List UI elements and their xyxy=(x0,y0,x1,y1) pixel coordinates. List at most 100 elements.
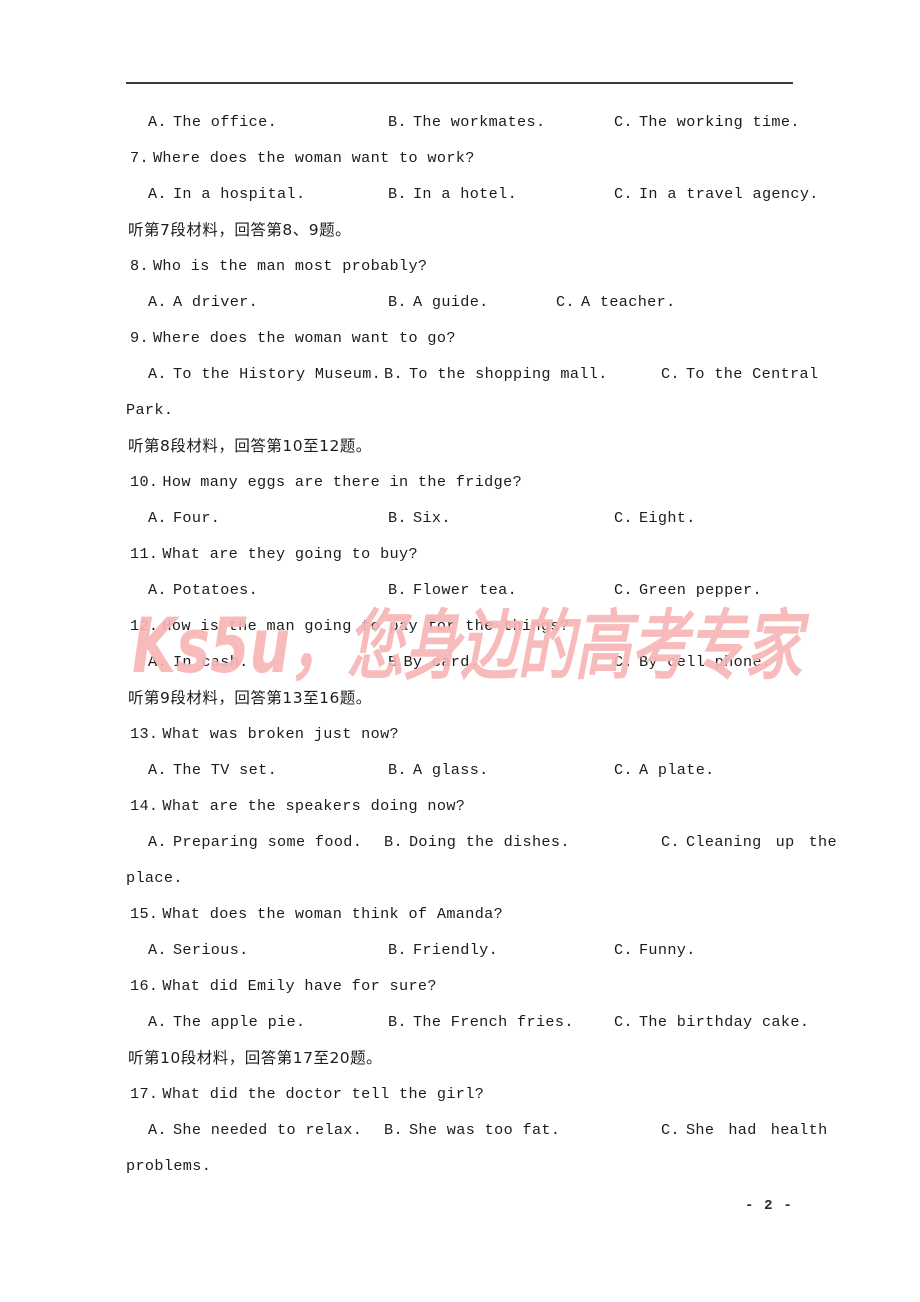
question-line: 7. Where does the woman want to work? xyxy=(126,140,793,176)
question-line: 10. How many eggs are there in the fridge… xyxy=(126,464,793,500)
option-text: To the Central xyxy=(685,365,819,383)
option-letter: B. xyxy=(388,761,407,779)
option-b[interactable]: B. The workmates. xyxy=(388,104,545,140)
option-text: In a hospital. xyxy=(172,185,306,203)
option-c[interactable]: C. Cleaning up the xyxy=(661,824,837,860)
question-list: A. The office. B. The workmates. C. The worki… xyxy=(126,104,837,1184)
option-a[interactable]: A. A driver. xyxy=(148,284,258,320)
option-row: A. She needed to relax. B. She was too fat.… xyxy=(126,1112,827,1148)
option-b[interactable]: B. Flower tea. xyxy=(388,572,517,608)
option-letter: A. xyxy=(148,941,167,959)
option-row: A. Potatoes. B. Flower tea. C. Green pepper. xyxy=(126,572,793,608)
option-row: A. Preparing some food. B. Doing the dishes… xyxy=(126,824,837,860)
option-b[interactable]: B. She was too fat. xyxy=(384,1112,560,1148)
question-text: What does the woman think of Amanda? xyxy=(162,905,504,923)
option-letter: C. xyxy=(614,509,633,527)
option-c[interactable]: C. The working time. xyxy=(614,104,800,140)
page-number: - 2 - xyxy=(744,1198,793,1214)
option-row: A. In a hospital. B. In a hotel. C. In a trav… xyxy=(126,176,818,212)
question-number: 12. xyxy=(130,617,159,635)
option-text: The apple pie. xyxy=(172,1013,306,1031)
option-text: Six. xyxy=(412,509,451,527)
option-c[interactable]: C. Eight. xyxy=(614,500,696,536)
option-c[interactable]: C. She had health xyxy=(661,1112,828,1148)
option-text: Preparing some food. xyxy=(172,833,363,851)
option-a[interactable]: A. The office. xyxy=(148,104,277,140)
option-a[interactable]: A. The apple pie. xyxy=(148,1004,305,1040)
option-a[interactable]: A. She needed to relax. xyxy=(148,1112,362,1148)
option-letter: C. xyxy=(614,653,633,671)
word: the xyxy=(808,833,837,851)
option-text: Eight. xyxy=(638,509,696,527)
question-number: 13. xyxy=(130,725,159,743)
option-c[interactable]: C. A teacher. xyxy=(556,284,676,320)
option-b[interactable]: B By card. xyxy=(388,644,479,680)
option-text: She was too fat. xyxy=(408,1121,561,1139)
question-text: How many eggs are there in the fridge? xyxy=(162,473,523,491)
word: up xyxy=(775,833,795,851)
option-text: The office. xyxy=(172,113,278,131)
question-text: What did the doctor tell the girl? xyxy=(162,1085,485,1103)
option-b[interactable]: B. To the shopping mall. xyxy=(384,356,608,392)
option-letter: C. xyxy=(661,833,680,851)
option-c[interactable]: C. By cell phone. xyxy=(614,644,771,680)
option-b[interactable]: B. In a hotel. xyxy=(388,176,517,212)
option-a[interactable]: A. Preparing some food. xyxy=(148,824,362,860)
listening-instruction: 听第7段材料，回答第8、9题。 xyxy=(128,221,352,239)
option-letter: C. xyxy=(614,761,633,779)
word: She xyxy=(685,1121,715,1139)
question-text: What are they going to buy? xyxy=(162,545,418,563)
option-a[interactable]: A. To the History Museum. xyxy=(148,356,381,392)
option-text: She had health xyxy=(686,1121,828,1139)
option-a[interactable]: A. Four. xyxy=(148,500,220,536)
option-b[interactable]: B. Friendly. xyxy=(388,932,498,968)
option-row: A. A driver. B. A guide. C. A teacher. xyxy=(126,284,793,320)
question-line: 8. Who is the man most probably? xyxy=(126,248,793,284)
option-row: A. Four. B. Six. C. Eight. xyxy=(126,500,793,536)
option-text: A glass. xyxy=(412,761,489,779)
option-c[interactable]: C. The birthday cake. xyxy=(614,1004,809,1040)
option-b[interactable]: B. Doing the dishes. xyxy=(384,824,570,860)
question-number: 17. xyxy=(130,1085,159,1103)
listening-instruction: 听第9段材料，回答第13至16题。 xyxy=(128,689,372,707)
option-c[interactable]: C. To the Central xyxy=(661,356,818,392)
option-letter: A. xyxy=(148,365,167,383)
option-c[interactable]: C. Funny. xyxy=(614,932,696,968)
option-letter: B. xyxy=(388,293,407,311)
option-letter: C. xyxy=(661,1121,680,1139)
option-text: The TV set. xyxy=(172,761,278,779)
option-letter: C. xyxy=(556,293,575,311)
option-a[interactable]: A. Potatoes. xyxy=(148,572,258,608)
option-a[interactable]: A. The TV set. xyxy=(148,752,277,788)
option-letter: B. xyxy=(388,185,407,203)
question-text: Where does the woman want to work? xyxy=(152,149,475,167)
option-b[interactable]: B. Six. xyxy=(388,500,451,536)
option-a[interactable]: A. Serious. xyxy=(148,932,249,968)
option-c[interactable]: C. Green pepper. xyxy=(614,572,762,608)
question-line: 11. What are they going to buy? xyxy=(126,536,793,572)
question-text: What did Emily have for sure? xyxy=(162,977,437,995)
option-letter: B. xyxy=(384,1121,403,1139)
option-a[interactable]: A. In a hospital. xyxy=(148,176,305,212)
option-text: Flower tea. xyxy=(412,581,518,599)
option-b[interactable]: B. A guide. xyxy=(388,284,489,320)
option-text: By cell phone. xyxy=(638,653,772,671)
header-rule xyxy=(126,82,793,84)
question-number: 15. xyxy=(130,905,159,923)
option-c[interactable]: C. A plate. xyxy=(614,752,715,788)
option-b[interactable]: B. The French fries. xyxy=(388,1004,574,1040)
question-number: 14. xyxy=(130,797,159,815)
option-c[interactable]: C. In a travel agency. xyxy=(614,176,819,212)
option-row: A. The apple pie. B. The French fries. C. The… xyxy=(126,1004,809,1040)
option-text: A guide. xyxy=(412,293,489,311)
option-b[interactable]: B. A glass. xyxy=(388,752,489,788)
option-text: Cleaning up the xyxy=(686,833,837,851)
question-number: 9. xyxy=(130,329,149,347)
option-text: Doing the dishes. xyxy=(408,833,570,851)
option-text: In a hotel. xyxy=(412,185,518,203)
option-letter: A. xyxy=(148,581,167,599)
option-a[interactable]: A. In cash. xyxy=(148,644,249,680)
word: Cleaning xyxy=(685,833,762,851)
option-letter: A. xyxy=(148,293,167,311)
option-letter: A. xyxy=(148,1121,167,1139)
